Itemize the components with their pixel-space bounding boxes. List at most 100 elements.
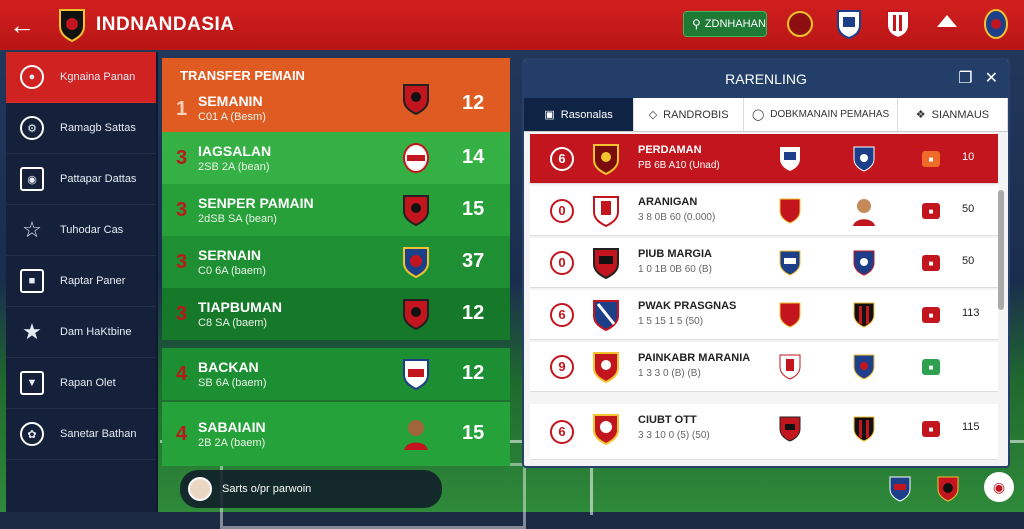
opponent-crest-icon bbox=[853, 302, 875, 328]
transfer-player-sub: 2dSB SA (bean) bbox=[198, 213, 277, 225]
ranking-header: RARENLING ❐ ✕ bbox=[524, 60, 1008, 98]
ranking-row[interactable]: 6 PWAK PRASGNAS 1 5 15 1 5 (50) ■ 113 bbox=[530, 290, 998, 340]
player-avatar-icon bbox=[853, 199, 875, 226]
club-points: 115 bbox=[962, 421, 980, 433]
tab-sianmaus[interactable]: ❖ SIANMAUS bbox=[898, 98, 1008, 131]
club-crest-icon[interactable] bbox=[884, 7, 912, 41]
transfer-player-name: SABAIAIN bbox=[198, 419, 266, 435]
back-arrow-icon[interactable]: ← bbox=[0, 0, 44, 50]
sidebar-item-raptar-paner[interactable]: ■ Raptar Paner bbox=[6, 256, 156, 307]
trophy-icon: ◯ bbox=[751, 109, 765, 121]
transfer-row[interactable]: 3 SERNAIN C0 6A (baem) 37 bbox=[162, 236, 510, 288]
form-badge: ■ bbox=[922, 255, 940, 271]
club-crest-icon bbox=[403, 247, 429, 279]
copy-icon[interactable]: ❐ bbox=[958, 68, 972, 88]
ranking-position: 6 bbox=[550, 146, 574, 171]
club-crest-icon[interactable] bbox=[786, 7, 814, 41]
transfer-player-sub: SB 6A (baem) bbox=[198, 377, 267, 389]
club-meta: 1 0 1B 0B 60 (B) bbox=[638, 264, 712, 275]
transfer-row[interactable]: 3 SENPER PAMAIN 2dSB SA (bean) 15 bbox=[162, 184, 510, 236]
search-button[interactable]: ⚲ ZDNHAHAN bbox=[683, 11, 767, 37]
transfer-row[interactable]: 3 IAGSALAN 2SB 2A (bean) 14 bbox=[162, 132, 510, 184]
sidebar-item-dam-haktbine[interactable]: ★ Dam HaKtbine bbox=[6, 307, 156, 358]
transfer-rank: 1 bbox=[176, 97, 188, 120]
transfer-rank: 4 bbox=[176, 362, 188, 385]
tab-dobkmanain[interactable]: ◯ DOBKMANAIN PEMAHAS bbox=[744, 98, 898, 131]
club-name: PWAK PRASGNAS bbox=[638, 300, 737, 312]
sidebar-item-pattapar-dattas[interactable]: ◉ Pattapar Dattas bbox=[6, 154, 156, 205]
form-badge: ■ bbox=[922, 151, 940, 167]
top-bar: ← INDNANDASIA ⚲ ZDNHAHAN bbox=[0, 0, 1024, 50]
sidebar-item-sanetar-bathan[interactable]: ✿ Sanetar Bathan bbox=[6, 409, 156, 460]
player-avatar-icon bbox=[404, 420, 428, 450]
app-logo bbox=[59, 9, 85, 42]
transfer-player-sub: 2SB 2A (bean) bbox=[198, 161, 270, 173]
club-crest-icon[interactable] bbox=[888, 474, 912, 504]
club-crest-icon[interactable] bbox=[933, 7, 961, 41]
transfer-player-name: SEMANIN bbox=[198, 93, 263, 109]
tab-rasonalas[interactable]: ▣ Rasonalas bbox=[524, 98, 635, 131]
shield-icon: ◉ bbox=[20, 167, 44, 191]
transfer-player-name: SERNAIN bbox=[198, 247, 262, 263]
ranking-position: 6 bbox=[550, 419, 574, 444]
sidebar-item-label: Dam HaKtbine bbox=[60, 326, 132, 338]
app-title: INDNANDASIA bbox=[96, 14, 235, 35]
ranking-row[interactable]: 9 PAINKABR MARANIA 1 3 3 0 (B) (B) ■ bbox=[530, 342, 998, 392]
opponent-crest-icon bbox=[779, 250, 801, 276]
bottom-crest-icons bbox=[888, 474, 960, 504]
tab-label: Rasonalas bbox=[560, 108, 613, 121]
club-name: PERDAMAN bbox=[638, 144, 702, 156]
ranking-row[interactable]: 6 CIUBT OTT 3 3 10 0 (5) (50) ■ 115 bbox=[530, 404, 998, 460]
ranking-position: 6 bbox=[550, 302, 574, 327]
club-crest-icon bbox=[403, 359, 429, 391]
close-icon[interactable]: ✕ bbox=[985, 68, 998, 88]
transfer-player-name: IAGSALAN bbox=[198, 143, 272, 159]
users-icon: ▣ bbox=[544, 109, 555, 121]
transfer-player-sub: C0 6A (baem) bbox=[198, 265, 266, 277]
club-crest-icon[interactable] bbox=[835, 7, 863, 41]
sidebar-item-tuhodar-cas[interactable]: ☆ Tuhodar Cas bbox=[6, 205, 156, 256]
opponent-crest-icon bbox=[780, 147, 800, 171]
opponent-crest-icon bbox=[853, 250, 875, 276]
transfer-row[interactable]: 4 SABAIAIN 2B 2A (baem) 15 bbox=[162, 402, 510, 466]
settings-fab-button[interactable]: ◉ bbox=[984, 472, 1014, 502]
tab-label: RANDROBIS bbox=[663, 108, 729, 121]
opponent-crest-icon bbox=[853, 416, 875, 442]
club-crest-icon bbox=[593, 414, 619, 446]
sidebar-item-ramagb-sattas[interactable]: ⚙ Ramagb Sattas bbox=[6, 103, 156, 154]
tab-label: DOBKMANAIN PEMAHAS bbox=[770, 109, 890, 120]
ranking-scrollbar[interactable] bbox=[998, 190, 1004, 310]
sidebar-item-kgnaina-panan[interactable]: ● Kgnaina Panan bbox=[6, 52, 156, 103]
club-points: 50 bbox=[962, 255, 975, 267]
transfer-row[interactable]: 4 BACKAN SB 6A (baem) 12 bbox=[162, 348, 510, 400]
club-points: 10 bbox=[962, 151, 975, 163]
opponent-crest-icon bbox=[779, 302, 801, 328]
transfer-score: 37 bbox=[462, 250, 485, 272]
ranking-position: 9 bbox=[550, 354, 574, 379]
transfer-title: TRANSFER PEMAIN bbox=[180, 68, 305, 83]
ranking-row[interactable]: 6 PERDAMAN PB 6B A10 (Unad) ■ 10 bbox=[530, 134, 998, 184]
search-label: ZDNHAHAN bbox=[704, 18, 766, 30]
transfer-row[interactable]: 3 TIAPBUMAN C8 SA (baem) 12 bbox=[162, 288, 510, 340]
opponent-crest-icon bbox=[853, 146, 875, 172]
ranking-row[interactable]: 0 ARANIGAN 3 8 0B 60 (0.000) ■ 50 bbox=[530, 186, 998, 236]
crest-icon: ● bbox=[20, 65, 44, 89]
club-crest-icon[interactable] bbox=[936, 474, 960, 504]
ranking-row[interactable]: 0 PIUB MARGIA 1 0 1B 0B 60 (B) ■ 50 bbox=[530, 238, 998, 288]
transfer-rank: 3 bbox=[176, 146, 188, 169]
club-crest-icon bbox=[593, 196, 619, 228]
club-crest-icon[interactable] bbox=[982, 7, 1010, 41]
sidebar-item-label: Pattapar Dattas bbox=[60, 173, 137, 185]
tab-randrobis[interactable]: ◇ RANDROBIS bbox=[634, 98, 745, 131]
club-crest-icon bbox=[403, 195, 429, 227]
avatar bbox=[188, 477, 212, 501]
transfer-rank: 3 bbox=[176, 302, 188, 325]
transfer-panel: TRANSFER PEMAIN 1 SEMANIN C01 A (Besm) 12… bbox=[162, 58, 510, 466]
transfer-player-name: TIAPBUMAN bbox=[198, 299, 282, 315]
opponent-crest-icon bbox=[779, 416, 801, 442]
sidebar-item-rapan-olet[interactable]: ▼ Rapan Olet bbox=[6, 358, 156, 409]
form-badge: ■ bbox=[922, 307, 940, 323]
sidebar-item-label: Kgnaina Panan bbox=[60, 71, 136, 83]
status-bar[interactable]: Sarts o/pr parwoin bbox=[180, 470, 442, 508]
ranking-position: 0 bbox=[550, 250, 574, 275]
